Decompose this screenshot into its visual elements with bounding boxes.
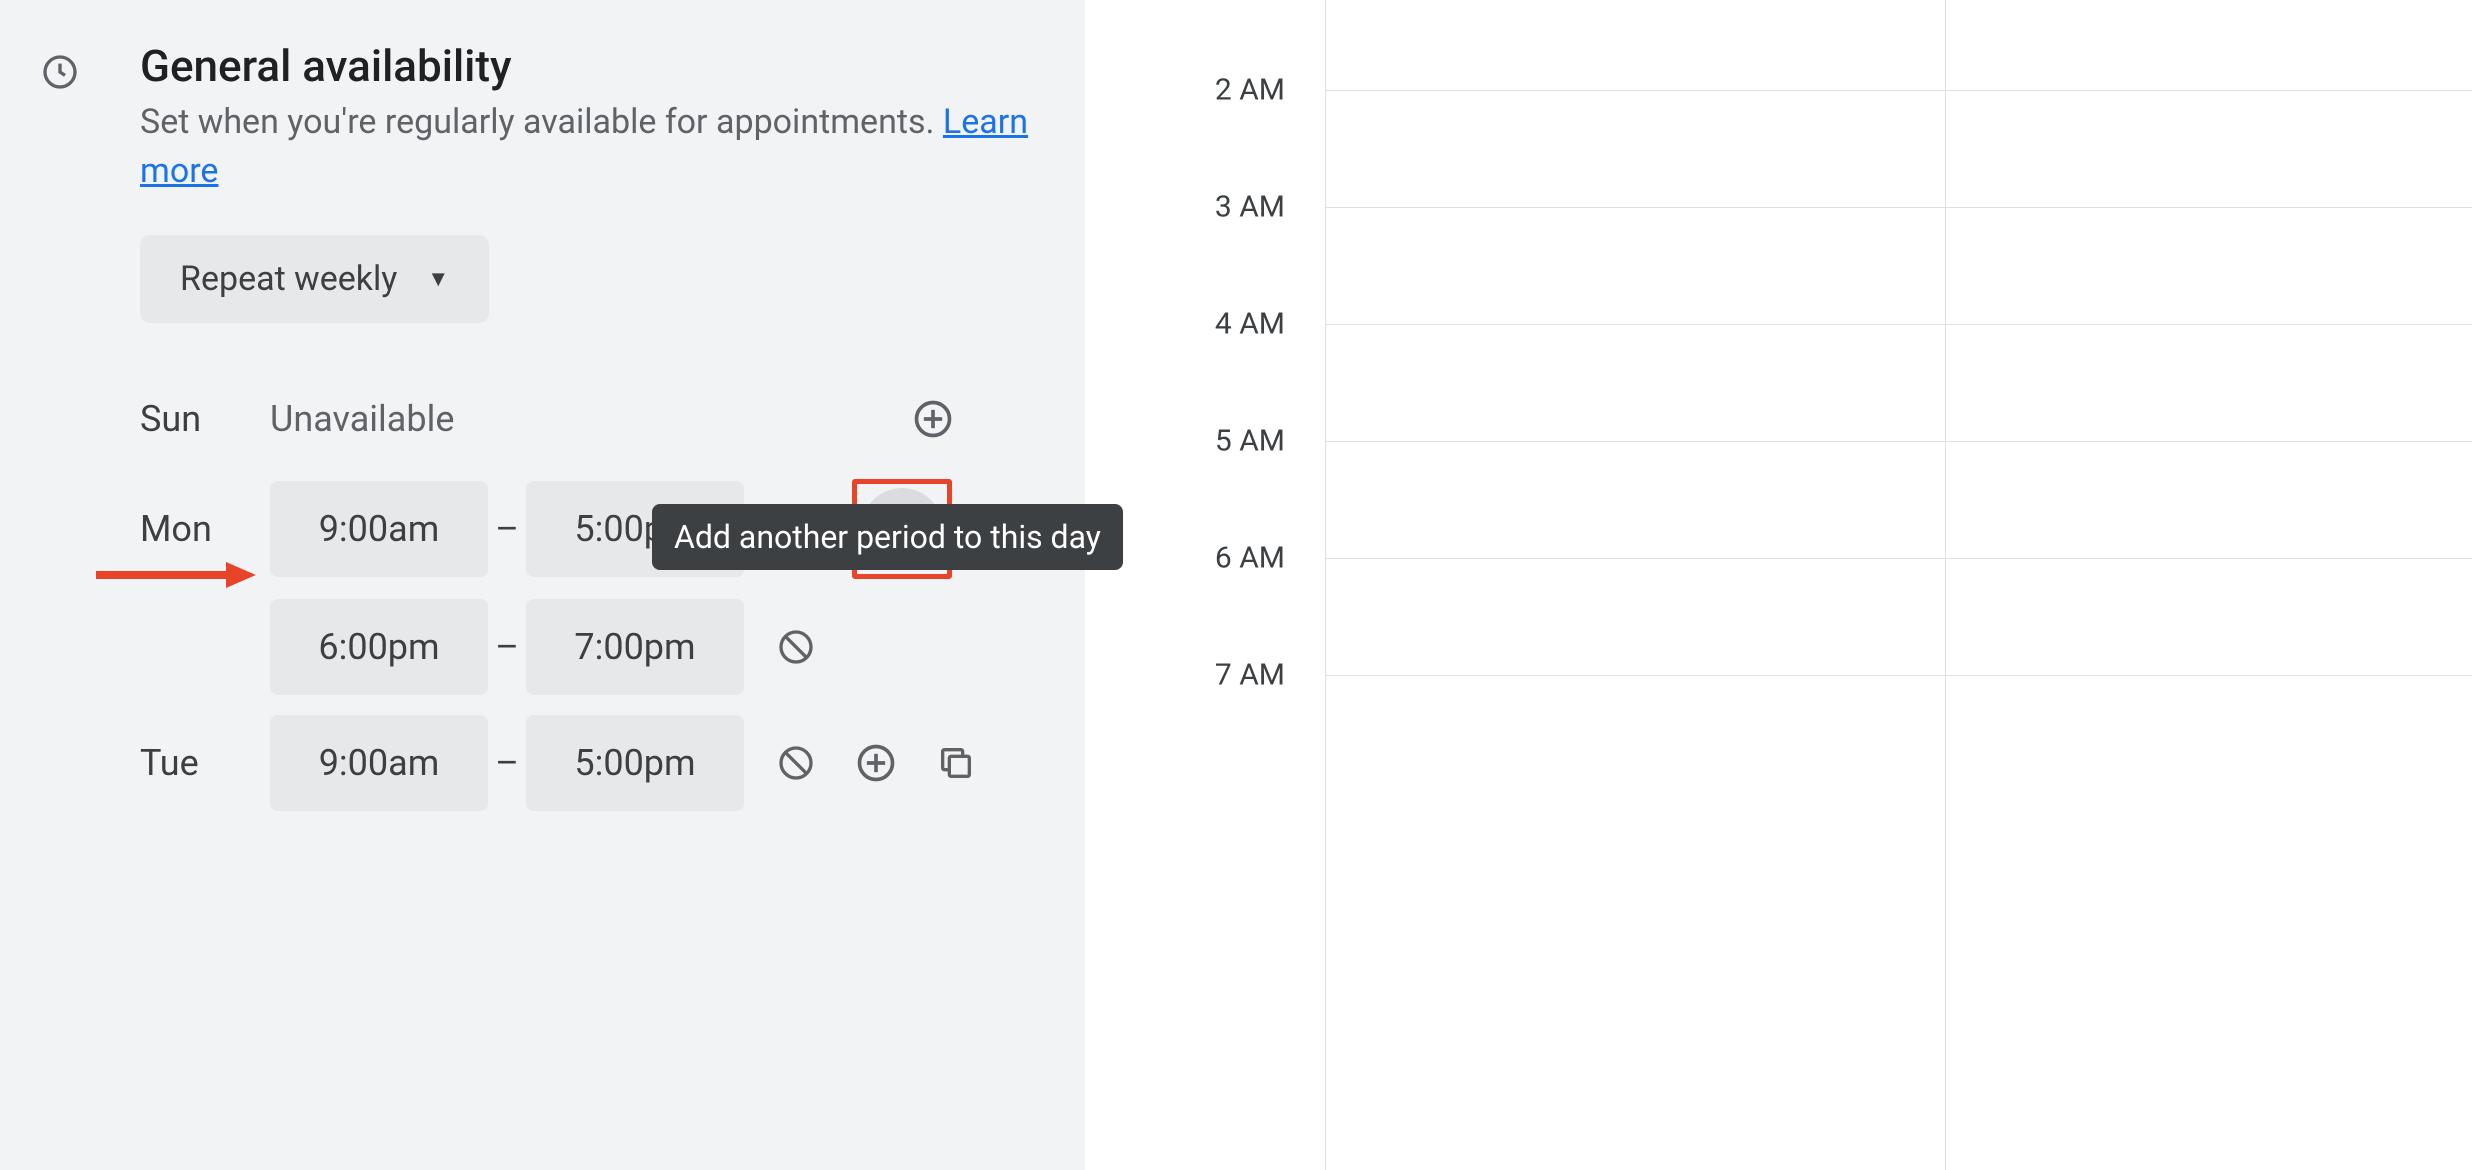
time-dash: – — [488, 742, 526, 784]
start-time-input[interactable]: 9:00am — [270, 715, 488, 811]
end-time-input[interactable]: 7:00pm — [526, 599, 744, 695]
end-time-input[interactable]: 5:00pm — [526, 715, 744, 811]
start-time-input[interactable]: 9:00am — [270, 481, 488, 577]
time-period: 9:00am–5:00pm — [270, 715, 744, 811]
clock-icon — [40, 52, 80, 92]
section-title: General availability — [140, 40, 1045, 92]
period-actions — [772, 739, 980, 787]
hour-gridline — [1325, 441, 2472, 442]
hour-row: 6 AM — [1085, 558, 2472, 559]
timeline-divider — [1945, 0, 1946, 1170]
add-period-tooltip: Add another period to this day — [652, 504, 1123, 570]
hour-label: 3 AM — [1215, 190, 1285, 225]
hour-gridline — [1325, 558, 2472, 559]
time-dash: – — [488, 626, 526, 668]
hour-gridline — [1325, 324, 2472, 325]
hour-label: 4 AM — [1215, 307, 1285, 342]
day-label: Mon — [140, 508, 270, 550]
day-row: SunUnavailable — [140, 369, 1045, 469]
hour-row: 7 AM — [1085, 675, 2472, 676]
day-row: Tue9:00am–5:00pm — [140, 705, 1045, 821]
hour-label: 5 AM — [1215, 424, 1285, 459]
hour-gridline — [1325, 90, 2472, 91]
remove-period-button[interactable] — [772, 739, 820, 787]
hour-row: 4 AM — [1085, 324, 2472, 325]
hour-row: 3 AM — [1085, 207, 2472, 208]
add-period-button[interactable] — [852, 739, 900, 787]
add-period-button[interactable] — [909, 395, 957, 443]
copy-to-days-button[interactable] — [932, 739, 980, 787]
time-dash: – — [488, 508, 526, 550]
hour-gridline — [1325, 675, 2472, 676]
day-label: Tue — [140, 742, 270, 784]
timeline-divider — [1325, 0, 1326, 1170]
section-header: General availability Set when you're reg… — [40, 40, 1045, 197]
period-actions — [772, 623, 820, 671]
day-row: 6:00pm–7:00pm — [140, 589, 1045, 705]
start-time-input[interactable]: 6:00pm — [270, 599, 488, 695]
repeat-label: Repeat weekly — [180, 259, 397, 299]
hour-row: 2 AM — [1085, 90, 2472, 91]
section-subtitle: Set when you're regularly available for … — [140, 98, 1045, 197]
calendar-timeline[interactable]: 2 AM 3 AM 4 AM 5 AM 6 AM 7 AM — [1085, 0, 2472, 1170]
hour-label: 2 AM — [1215, 73, 1285, 108]
chevron-down-icon: ▼ — [427, 266, 449, 292]
hour-label: 6 AM — [1215, 541, 1285, 576]
hour-gridline — [1325, 207, 2472, 208]
unavailable-text: Unavailable — [270, 398, 454, 440]
subtitle-text: Set when you're regularly available for … — [140, 102, 943, 142]
hour-label: 7 AM — [1215, 658, 1285, 693]
day-label: Sun — [140, 398, 270, 440]
annotation-arrow-icon — [96, 560, 256, 594]
availability-panel: General availability Set when you're reg… — [0, 0, 1085, 1170]
hour-row: 5 AM — [1085, 441, 2472, 442]
remove-period-button[interactable] — [772, 623, 820, 671]
time-period: 6:00pm–7:00pm — [270, 599, 744, 695]
days-list: SunUnavailableMon9:00am–5:00pm6:00pm–7:0… — [140, 369, 1045, 821]
repeat-select[interactable]: Repeat weekly ▼ — [140, 235, 489, 323]
